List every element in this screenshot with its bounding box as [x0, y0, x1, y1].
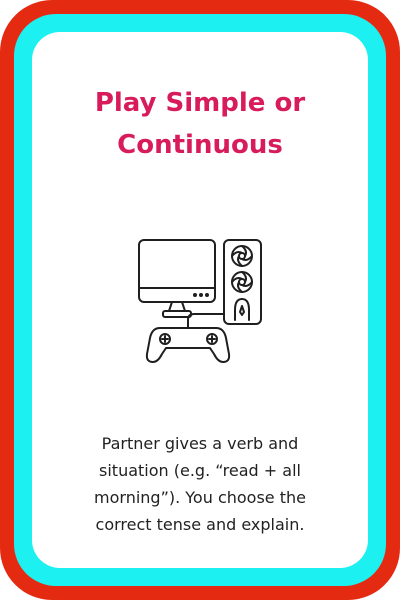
description-line-1: Partner gives a verb and — [101, 434, 299, 453]
gaming-pc-with-controller-icon — [136, 236, 264, 368]
description-line-4: correct tense and explain. — [95, 515, 305, 534]
description-line-3: morning”). You choose the — [94, 488, 306, 507]
card-description: Partner gives a verb and situation (e.g.… — [62, 430, 338, 538]
card-title-line-2: Continuous — [117, 130, 283, 160]
card-title: Play Simple or Continuous — [32, 82, 368, 166]
description-line-2: situation (e.g. “read + all — [99, 461, 301, 480]
card-title-line-1: Play Simple or — [94, 88, 306, 118]
